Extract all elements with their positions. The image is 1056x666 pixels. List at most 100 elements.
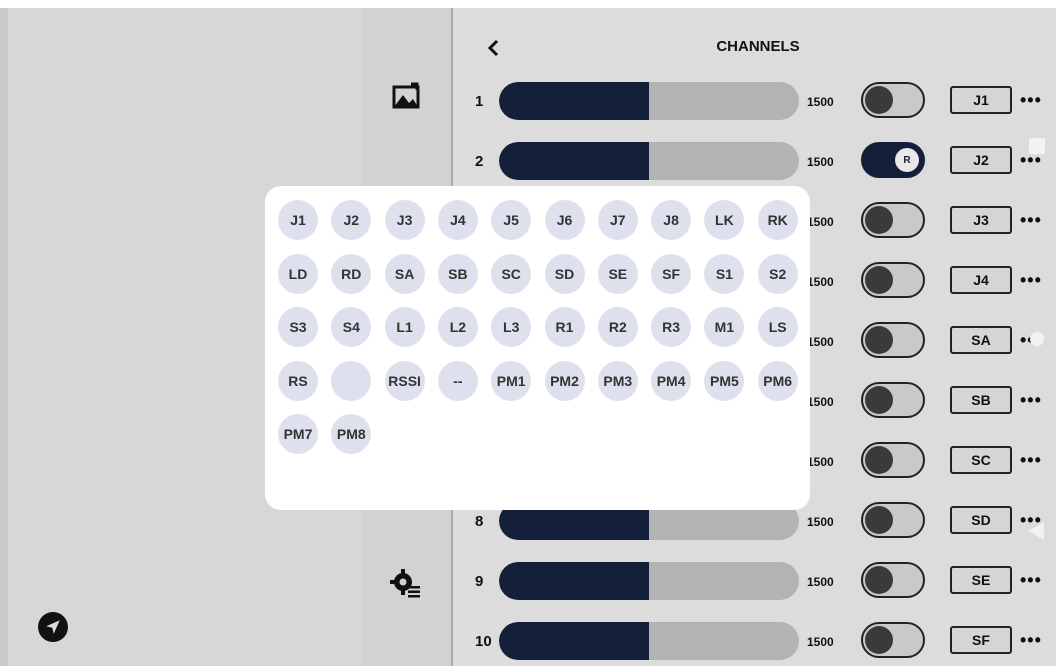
reverse-toggle[interactable] (861, 322, 925, 358)
switch-option-chip[interactable]: RD (331, 253, 372, 294)
left-edge-strip (0, 8, 8, 666)
reverse-toggle[interactable] (861, 442, 925, 478)
switch-option-chip[interactable]: J3 (384, 200, 425, 240)
channel-value: 1500 (807, 515, 834, 529)
switch-option-chip[interactable]: J2 (331, 200, 372, 240)
reverse-toggle[interactable]: R (861, 142, 925, 178)
switch-option-chip[interactable]: S2 (757, 253, 798, 294)
channel-bar-fill (499, 82, 649, 120)
channel-value: 1500 (807, 335, 834, 349)
switch-option-chip[interactable]: SA (384, 253, 425, 294)
more-icon[interactable]: ••• (1020, 90, 1056, 110)
app-screen: CHANNELS 11500J1•••21500RJ2•••31500J3•••… (0, 8, 1056, 666)
switch-assign-button[interactable]: J3 (950, 206, 1012, 234)
square-icon[interactable] (1029, 138, 1045, 154)
switch-option-chip[interactable]: PM1 (491, 360, 532, 401)
switch-option-chip[interactable]: RK (757, 200, 798, 240)
send-icon[interactable] (38, 612, 68, 642)
channel-bar-fill (499, 142, 649, 180)
page-title: CHANNELS (716, 38, 800, 55)
switch-option-chip[interactable]: J8 (651, 200, 692, 240)
switch-option-chip[interactable]: RSSI (384, 360, 425, 401)
switch-option-chip[interactable]: J7 (597, 200, 638, 240)
switch-option-chip[interactable] (331, 360, 372, 401)
switch-option-chip[interactable]: LK (704, 200, 745, 240)
more-icon[interactable]: ••• (1020, 570, 1056, 590)
channel-value: 1500 (807, 215, 834, 229)
switch-assign-button[interactable]: SF (950, 626, 1012, 654)
channel-bar[interactable] (499, 622, 799, 660)
channel-row: 9 1500 SE ••• (453, 562, 1056, 602)
switch-option-chip[interactable]: PM8 (331, 414, 372, 454)
more-icon[interactable]: ••• (1020, 390, 1056, 410)
reverse-toggle[interactable] (861, 82, 925, 118)
switch-option-chip[interactable]: L1 (384, 307, 425, 347)
triangle-back-icon[interactable] (1028, 522, 1044, 545)
switch-option-chip[interactable]: J5 (491, 200, 532, 240)
switch-option-chip[interactable]: SC (491, 253, 532, 294)
switch-option-chip[interactable]: PM7 (278, 414, 318, 454)
switch-option-chip[interactable]: R1 (544, 307, 585, 347)
switch-option-chip[interactable]: -- (437, 360, 478, 401)
toggle-knob (865, 446, 893, 474)
switch-assign-button[interactable]: SB (950, 386, 1012, 414)
circle-icon[interactable] (1030, 332, 1044, 346)
channel-number: 2 (475, 153, 484, 170)
more-icon[interactable]: ••• (1020, 270, 1056, 290)
reverse-toggle[interactable] (861, 622, 925, 658)
reverse-toggle[interactable] (861, 562, 925, 598)
switch-assign-button[interactable]: SD (950, 506, 1012, 534)
switch-option-chip[interactable]: PM4 (651, 360, 692, 401)
switch-option-chip[interactable]: R2 (597, 307, 638, 347)
reverse-toggle[interactable] (861, 262, 925, 298)
switch-option-chip[interactable]: RS (278, 360, 318, 401)
switch-option-chip[interactable]: J1 (278, 200, 318, 240)
more-icon[interactable]: ••• (1020, 210, 1056, 230)
switch-option-chip[interactable]: M1 (704, 307, 745, 347)
toggle-knob (865, 86, 893, 114)
switch-option-chip[interactable]: L2 (437, 307, 478, 347)
switch-option-chip[interactable]: PM3 (597, 360, 638, 401)
switch-option-chip[interactable]: S1 (704, 253, 745, 294)
toggle-knob (865, 506, 893, 534)
switch-assign-button[interactable]: J1 (950, 86, 1012, 114)
toggle-knob (865, 566, 893, 594)
switch-option-chip[interactable]: R3 (651, 307, 692, 347)
switch-option-chip[interactable]: J4 (437, 200, 478, 240)
switch-assign-button[interactable]: SC (950, 446, 1012, 474)
channel-bar[interactable] (499, 82, 799, 120)
reverse-toggle[interactable] (861, 202, 925, 238)
channel-bar-fill (499, 562, 649, 600)
switch-assign-button[interactable]: J2 (950, 146, 1012, 174)
switch-option-chip[interactable]: L3 (491, 307, 532, 347)
switch-option-chip[interactable]: S4 (331, 307, 372, 347)
reverse-toggle[interactable] (861, 382, 925, 418)
switch-option-chip[interactable]: SE (597, 253, 638, 294)
model-image-icon[interactable] (389, 80, 423, 114)
switch-option-chip[interactable]: S3 (278, 307, 318, 347)
switch-option-chip[interactable]: J6 (544, 200, 585, 240)
channel-number: 10 (475, 633, 492, 650)
more-icon[interactable]: ••• (1020, 450, 1056, 470)
switch-option-chip[interactable]: SB (437, 253, 478, 294)
reverse-toggle[interactable] (861, 502, 925, 538)
more-icon[interactable]: ••• (1020, 630, 1056, 650)
switch-assign-button[interactable]: SA (950, 326, 1012, 354)
switch-option-chip[interactable]: LS (757, 307, 798, 347)
switch-option-chip[interactable]: PM5 (704, 360, 745, 401)
channel-value: 1500 (807, 575, 834, 589)
channel-value: 1500 (807, 155, 834, 169)
chevron-left-icon[interactable] (484, 38, 504, 58)
switch-option-chip[interactable]: PM2 (544, 360, 585, 401)
toggle-knob (865, 626, 893, 654)
switch-assign-button[interactable]: J4 (950, 266, 1012, 294)
switch-option-chip[interactable]: SF (651, 253, 692, 294)
switch-option-chip[interactable]: PM6 (757, 360, 798, 401)
channel-number: 8 (475, 513, 484, 530)
channel-bar[interactable] (499, 142, 799, 180)
switch-option-chip[interactable]: SD (544, 253, 585, 294)
settings-list-icon[interactable] (389, 566, 423, 600)
channel-bar[interactable] (499, 562, 799, 600)
switch-option-chip[interactable]: LD (278, 253, 318, 294)
switch-assign-button[interactable]: SE (950, 566, 1012, 594)
